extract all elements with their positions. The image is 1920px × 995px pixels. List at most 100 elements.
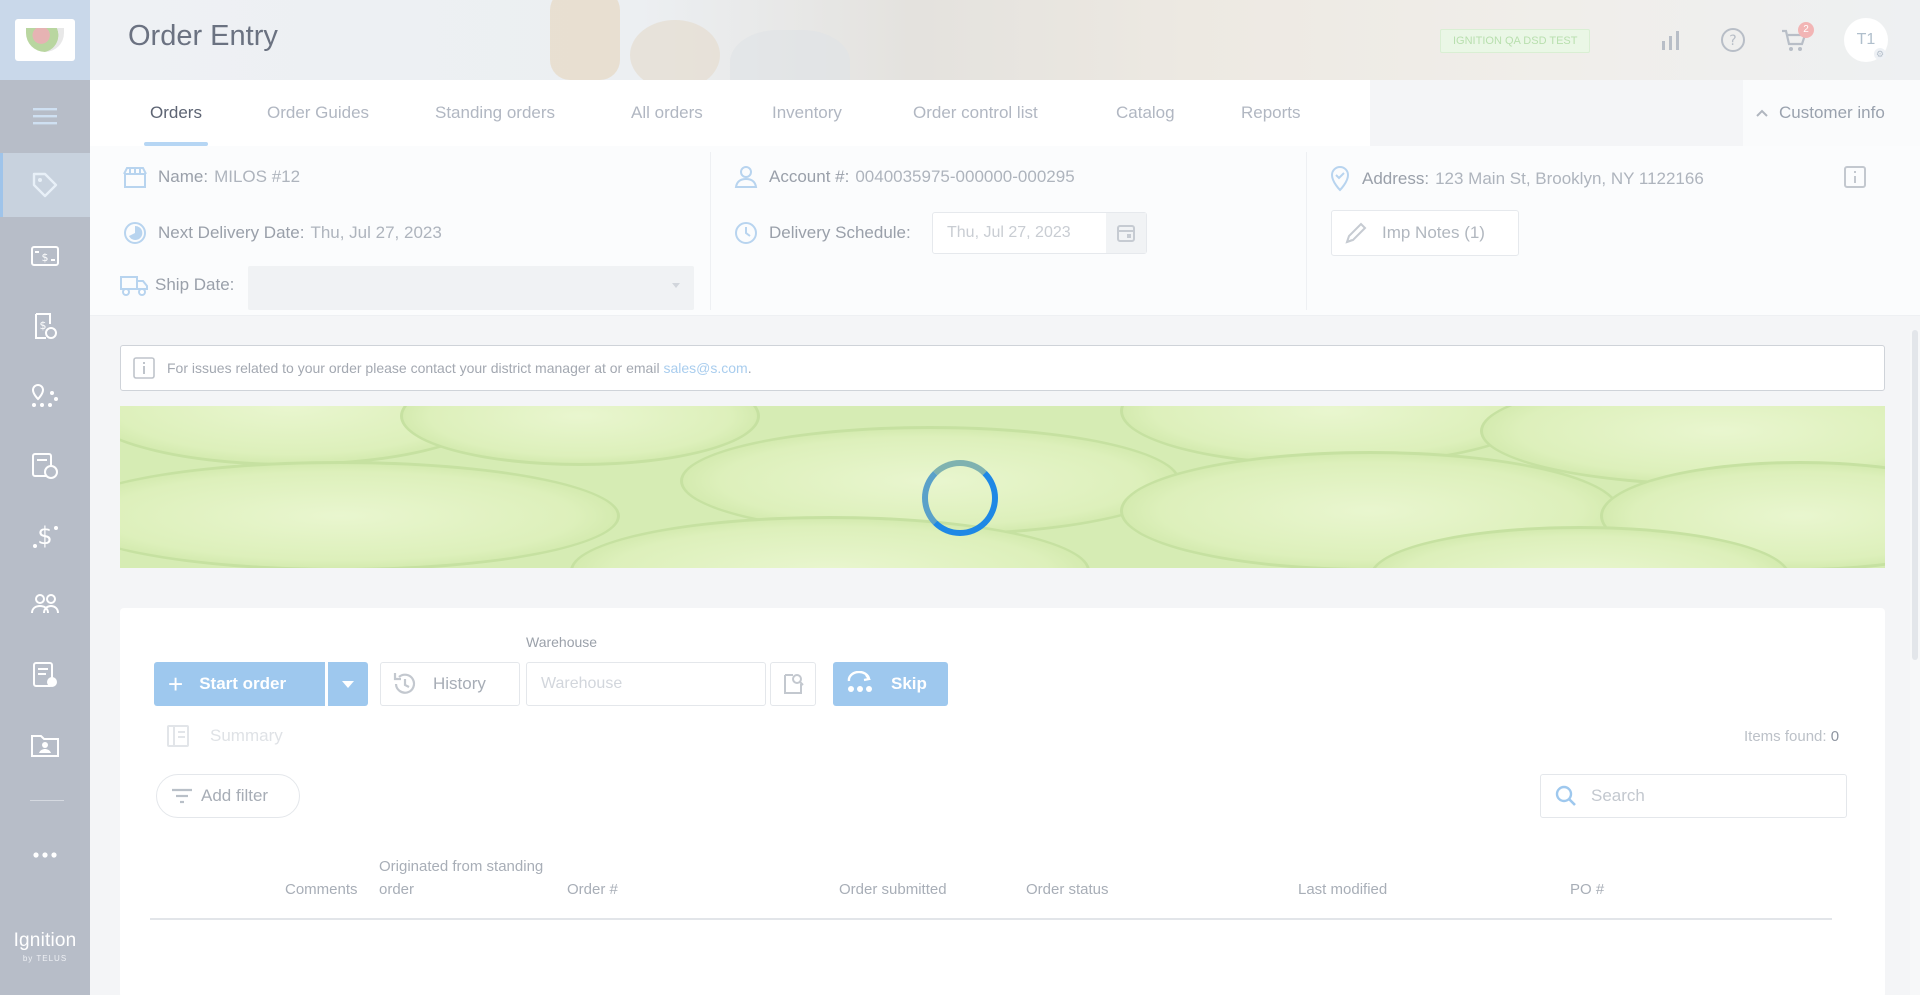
page-scrollbar-thumb[interactable]: [1912, 330, 1918, 660]
info-icon[interactable]: [1843, 165, 1867, 194]
history-label: History: [433, 674, 486, 693]
column-last-modified[interactable]: Last modified: [1298, 878, 1387, 901]
start-order-button[interactable]: + Start order: [154, 662, 325, 706]
items-found-label: Items found:: [1744, 728, 1827, 745]
users-icon: [31, 594, 59, 614]
sidebar-item-routes[interactable]: [0, 363, 90, 427]
summary-label: Summary: [210, 726, 283, 745]
ship-date-select[interactable]: [248, 266, 694, 310]
ship-date-field: Ship Date:: [119, 274, 240, 296]
customer-info-label: Customer info: [1779, 103, 1885, 122]
column-order-status[interactable]: Order status: [1026, 878, 1109, 901]
add-filter-button[interactable]: Add filter: [156, 774, 300, 818]
cart-count-badge: 2: [1798, 22, 1814, 38]
cart-icon[interactable]: 2: [1778, 22, 1814, 56]
calendar-icon[interactable]: [1106, 213, 1146, 253]
column-order-submitted[interactable]: Order submitted: [839, 878, 947, 901]
menu-toggle-icon[interactable]: [0, 88, 90, 144]
filter-icon: [172, 788, 192, 804]
notice-banner: For issues related to your order please …: [120, 345, 1885, 391]
column-originated-from-standing-order[interactable]: Originated from standing order: [379, 855, 543, 901]
svg-text:$: $: [40, 319, 47, 332]
skip-truck-icon: [847, 671, 872, 692]
logo-image: [15, 19, 75, 61]
imp-notes-label: Imp Notes (1): [1382, 223, 1485, 242]
money-card-icon: $: [31, 246, 59, 266]
report-check-icon: [33, 662, 57, 687]
truck-icon: [120, 276, 148, 296]
column-po-number[interactable]: PO #: [1570, 878, 1604, 901]
start-order-label: Start order: [199, 674, 287, 693]
route-pin-icon: [31, 383, 58, 407]
caret-down-icon: [342, 680, 354, 688]
tab-all-orders[interactable]: All orders: [631, 80, 703, 146]
main-tabs: Orders Order Guides Standing orders All …: [90, 80, 1370, 146]
summary-table-icon: [167, 725, 189, 747]
loading-spinner: [922, 460, 998, 536]
svg-text:$: $: [37, 522, 52, 550]
start-order-dropdown-button[interactable]: [328, 662, 368, 706]
address-field: Address: 123 Main St, Brooklyn, NY 11221…: [1328, 165, 1704, 193]
next-delivery-field: Next Delivery Date: Thu, Jul 27, 2023: [122, 220, 442, 246]
tab-order-control-list[interactable]: Order control list: [913, 80, 1038, 146]
tab-reports[interactable]: Reports: [1241, 80, 1301, 146]
tab-catalog[interactable]: Catalog: [1116, 80, 1175, 146]
column-order-number[interactable]: Order #: [567, 878, 618, 901]
clock-icon: [735, 222, 757, 244]
sidebar-item-invoices[interactable]: $: [0, 224, 90, 288]
location-pin-icon: [1330, 165, 1350, 192]
history-button[interactable]: History: [380, 662, 520, 706]
user-avatar[interactable]: T1 ⚙: [1844, 18, 1888, 62]
tab-order-guides[interactable]: Order Guides: [267, 80, 369, 146]
notice-email-link[interactable]: sales@s.com: [663, 360, 747, 376]
sidebar-item-customers[interactable]: [0, 572, 90, 636]
add-filter-label: Add filter: [201, 786, 269, 805]
analytics-icon[interactable]: [1655, 24, 1687, 56]
document-search-icon: [784, 674, 804, 694]
company-logo[interactable]: [0, 0, 90, 80]
svg-text:?: ?: [1729, 33, 1736, 49]
tab-standing-orders[interactable]: Standing orders: [435, 80, 555, 146]
imp-notes-button[interactable]: Imp Notes (1): [1331, 210, 1519, 256]
chevron-up-icon: [1756, 109, 1768, 117]
brand-logo: Ignition by TELUS: [0, 930, 90, 963]
document-clock-icon: [32, 453, 58, 479]
summary-toggle[interactable]: Summary: [166, 724, 283, 748]
sidebar-item-payments[interactable]: $: [0, 294, 90, 358]
items-found: Items found: 0: [1744, 728, 1839, 745]
customer-name-field: Name: MILOS #12: [122, 165, 300, 189]
warehouse-lookup-button[interactable]: [770, 662, 816, 706]
next-delivery-value: Thu, Jul 27, 2023: [310, 223, 442, 242]
sidebar-item-contacts[interactable]: [0, 713, 90, 777]
sidebar-item-deliveries[interactable]: [0, 434, 90, 498]
sidebar-item-pricing[interactable]: $: [0, 503, 90, 567]
notice-period: .: [747, 360, 752, 376]
account-field: Account #: 0040035975-000000-000295: [733, 165, 1075, 189]
plus-icon: +: [168, 669, 184, 699]
tag-icon: [32, 172, 58, 198]
customer-info-toggle[interactable]: Customer info: [1743, 80, 1920, 146]
sidebar-item-reports[interactable]: [0, 643, 90, 707]
sidebar-divider: [30, 800, 64, 801]
search-input[interactable]: Search: [1540, 774, 1847, 818]
skip-button[interactable]: Skip: [833, 662, 948, 706]
help-icon[interactable]: ?: [1717, 24, 1749, 56]
sidebar-item-more[interactable]: [0, 823, 90, 887]
delivery-schedule-input[interactable]: Thu, Jul 27, 2023: [932, 212, 1147, 254]
search-placeholder: Search: [1591, 786, 1645, 805]
svg-text:$: $: [42, 251, 49, 264]
column-comments[interactable]: Comments: [285, 878, 358, 901]
name-label: Name:: [158, 167, 209, 186]
warehouse-input[interactable]: Warehouse: [526, 662, 766, 706]
more-dots-icon: [33, 852, 57, 858]
user-icon: [734, 166, 758, 188]
ship-date-label: Ship Date:: [155, 275, 235, 294]
tab-inventory[interactable]: Inventory: [772, 80, 842, 146]
column-originated-line1: Originated from standing: [379, 858, 544, 875]
tab-orders[interactable]: Orders: [144, 80, 208, 146]
sidebar-item-orders[interactable]: [0, 153, 90, 217]
brand-sub: by TELUS: [22, 954, 68, 963]
page-title: Order Entry: [128, 20, 278, 52]
receipt-dollar-icon: $: [35, 313, 57, 339]
skip-label: Skip: [891, 674, 927, 693]
